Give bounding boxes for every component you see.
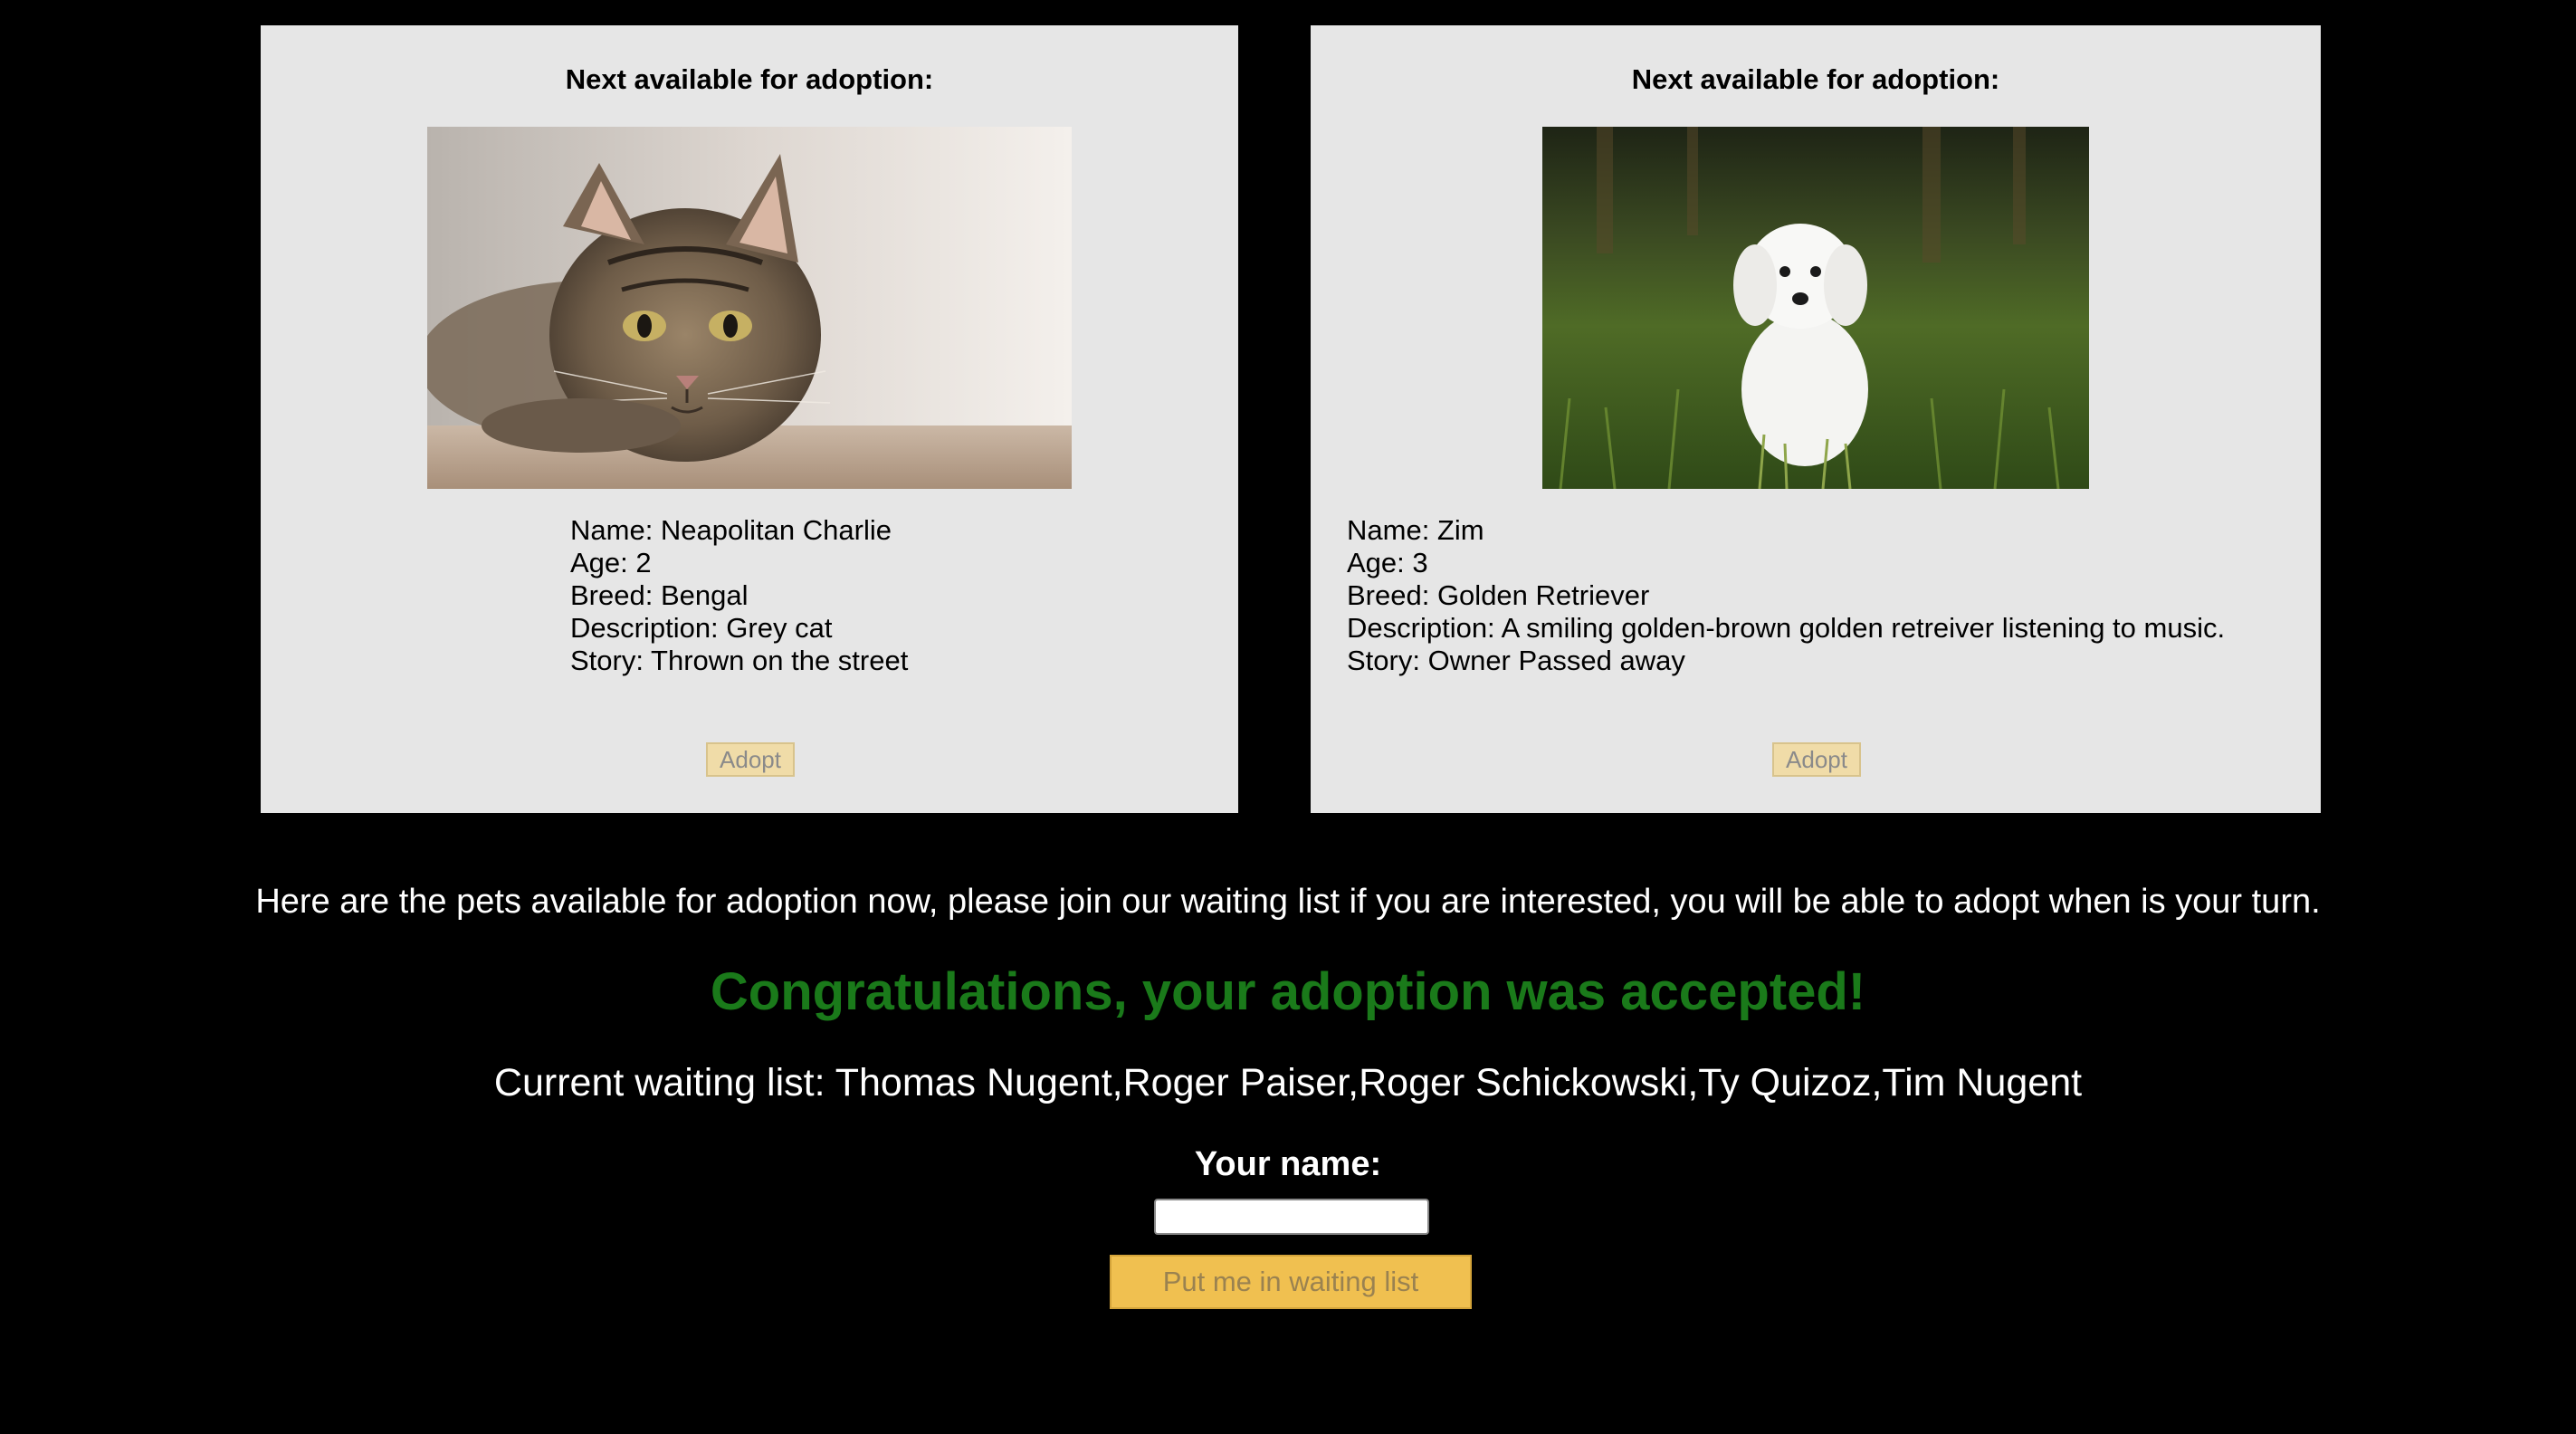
name-input[interactable] — [1154, 1199, 1429, 1235]
adopt-button[interactable]: Adopt — [1772, 742, 1861, 777]
name-label: Your name: — [1194, 1145, 1382, 1183]
pet-age: Age: 3 — [1347, 547, 1428, 578]
waiting-list: Current waiting list: Thomas Nugent,Roge… — [493, 1061, 2083, 1104]
pet-age: Age: 2 — [570, 547, 652, 578]
pet-story: Story: Owner Passed away — [1347, 645, 1685, 676]
intro-text: Here are the pets available for adoption… — [255, 883, 2321, 921]
pet-card-dog: Next available for adoption: Name: Zim A… — [1311, 25, 2321, 813]
adopt-button[interactable]: Adopt — [706, 742, 795, 777]
pet-description: Description: A smiling golden-brown gold… — [1347, 612, 2226, 644]
pet-description: Description: Grey cat — [570, 612, 833, 644]
card-heading: Next available for adoption: — [1631, 63, 2000, 95]
pet-breed: Breed: Bengal — [570, 579, 749, 611]
pet-breed: Breed: Golden Retriever — [1347, 579, 1650, 611]
dog-photo — [1542, 127, 2089, 489]
card-heading: Next available for adoption: — [565, 63, 934, 95]
congrats-message: Congratulations, your adoption was accep… — [710, 962, 1866, 1021]
pet-name: Name: Zim — [1347, 514, 1484, 546]
join-waiting-list-button[interactable]: Put me in waiting list — [1110, 1255, 1472, 1309]
pet-info: Name: Zim Age: 3 Breed: Golden Retriever… — [1347, 514, 2225, 677]
pet-info: Name: Neapolitan Charlie Age: 2 Breed: B… — [570, 514, 908, 677]
cat-photo — [427, 127, 1072, 489]
pet-story: Story: Thrown on the street — [570, 645, 909, 676]
pet-card-cat: Next available for adoption: Name: Neapo… — [261, 25, 1238, 813]
pet-name: Name: Neapolitan Charlie — [570, 514, 892, 546]
